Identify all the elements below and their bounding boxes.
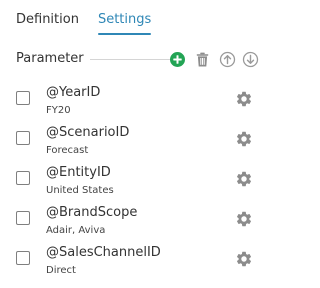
parameter-checkbox[interactable] xyxy=(16,251,30,265)
parameter-value: Adair, Aviva xyxy=(46,225,106,236)
parameter-checkbox[interactable] xyxy=(16,211,30,225)
parameter-row: @SalesChannelID Direct xyxy=(16,244,262,284)
parameter-checkbox[interactable] xyxy=(16,171,30,185)
tab-settings[interactable]: Settings xyxy=(97,12,152,35)
parameter-name: @SalesChannelID xyxy=(46,245,161,260)
parameter-name: @BrandScope xyxy=(46,205,138,220)
parameter-title: Parameter xyxy=(16,51,84,66)
move-up-icon[interactable] xyxy=(219,51,236,68)
parameter-checkbox[interactable] xyxy=(16,91,30,105)
parameter-value: Forecast xyxy=(46,145,89,156)
parameter-header: Parameter xyxy=(16,50,262,68)
parameter-row: @YearID FY20 xyxy=(16,84,262,124)
add-parameter-icon[interactable] xyxy=(169,51,186,68)
parameter-name: @EntityID xyxy=(46,165,111,180)
gear-icon[interactable] xyxy=(235,170,253,188)
parameter-name: @ScenarioID xyxy=(46,125,130,140)
parameter-row: @BrandScope Adair, Aviva xyxy=(16,204,262,244)
parameter-row: @EntityID United States xyxy=(16,164,262,204)
parameter-row: @ScenarioID Forecast xyxy=(16,124,262,164)
header-divider xyxy=(90,59,174,60)
tab-bar: Definition Settings xyxy=(16,12,152,35)
tab-definition[interactable]: Definition xyxy=(16,12,79,34)
parameter-name: @YearID xyxy=(46,85,101,100)
parameter-value: FY20 xyxy=(46,105,71,116)
parameter-checkbox[interactable] xyxy=(16,131,30,145)
gear-icon[interactable] xyxy=(235,210,253,228)
parameter-value: United States xyxy=(46,185,114,196)
gear-icon[interactable] xyxy=(235,250,253,268)
parameter-value: Direct xyxy=(46,265,76,276)
move-down-icon[interactable] xyxy=(242,51,259,68)
trash-icon[interactable] xyxy=(194,51,211,68)
parameter-list: @YearID FY20 @ScenarioID Forecast @Entit… xyxy=(16,84,262,284)
gear-icon[interactable] xyxy=(235,130,253,148)
gear-icon[interactable] xyxy=(235,90,253,108)
